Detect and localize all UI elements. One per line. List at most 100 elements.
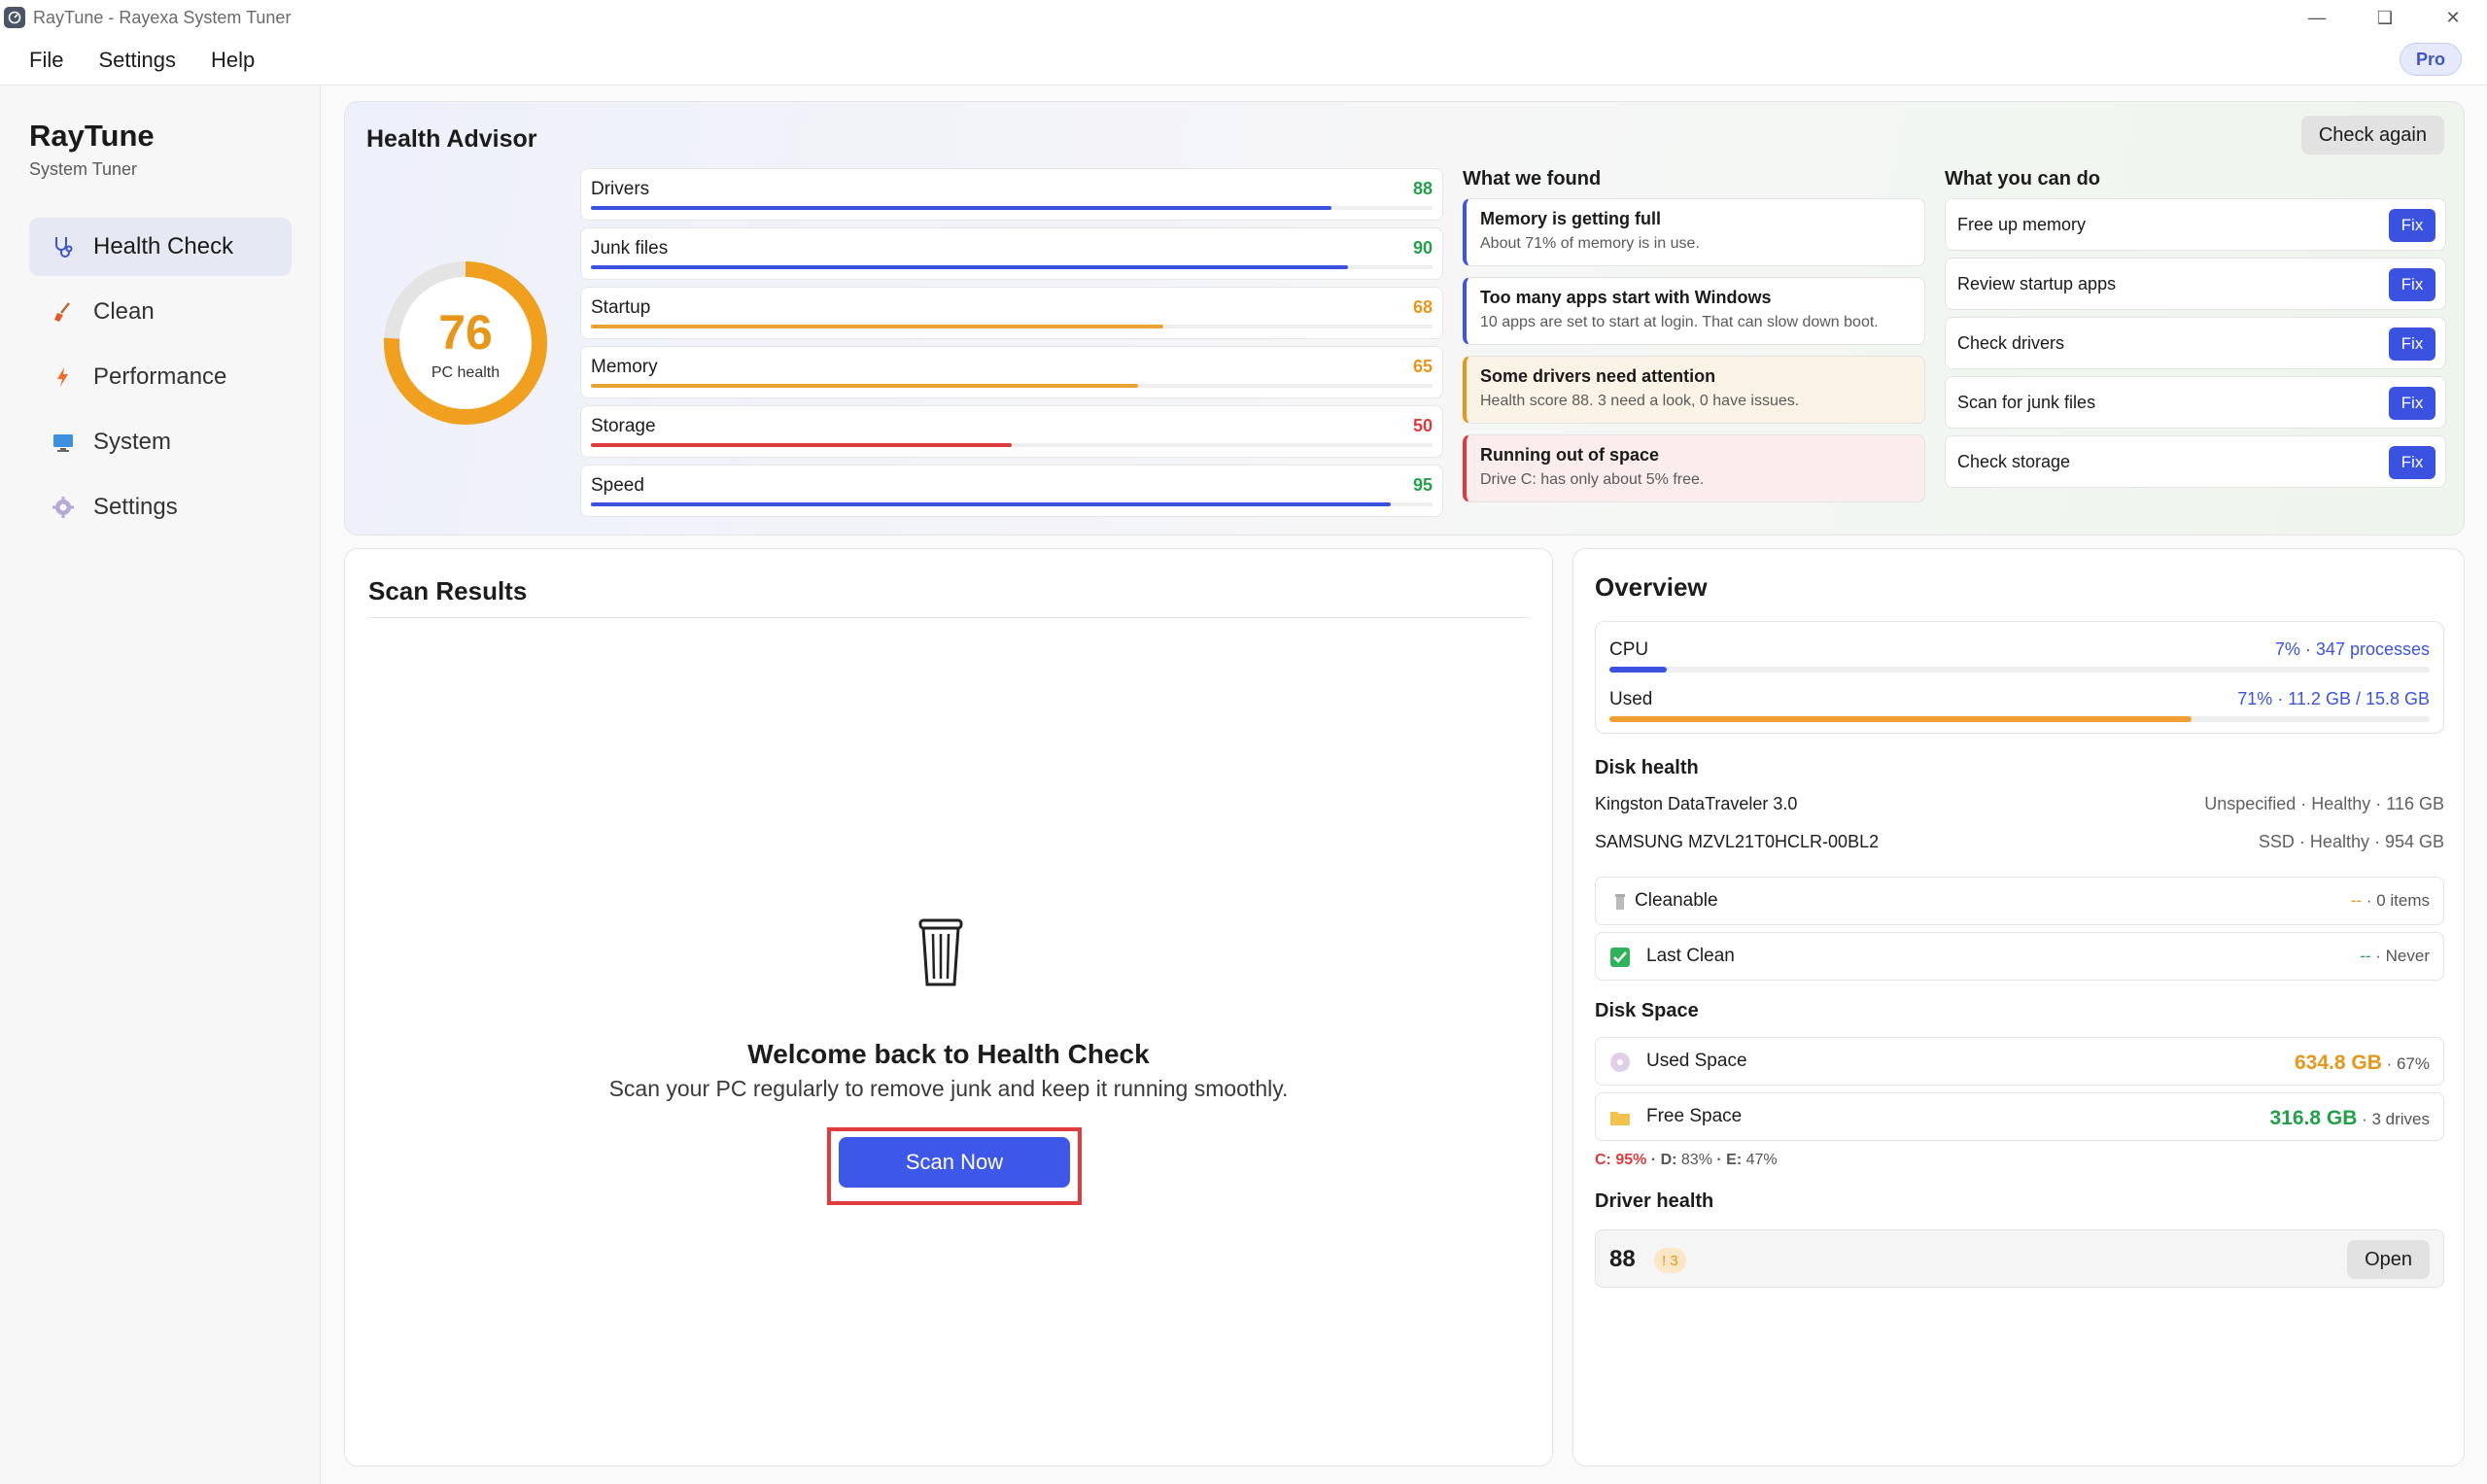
overview-panel: Overview CPU 7% · 347 processes Used 71%… [1572, 548, 2465, 1467]
last-clean-dash: -- [2360, 947, 2371, 965]
fix-button[interactable]: Fix [2389, 446, 2435, 479]
metric-value: 68 [1412, 297, 1433, 317]
finding-desc: About 71% of memory is in use. [1480, 235, 1700, 252]
brand-subtitle: System Tuner [29, 159, 138, 179]
memory-usage-row: Used 71% · 11.2 GB / 15.8 GB [1609, 681, 2430, 730]
pc-health-label: PC health [431, 364, 501, 381]
last-clean-value: -- · Never [2360, 947, 2430, 966]
action-free-up-memory: Free up memory Fix [1945, 198, 2446, 251]
metric-startup: Startup 68 [580, 287, 1443, 339]
sidebar-item-system[interactable]: System [29, 413, 292, 471]
last-clean-row: Last Clean -- · Never [1595, 932, 2444, 981]
scan-now-button[interactable]: Scan Now [839, 1137, 1070, 1188]
trash-icon [916, 916, 965, 988]
finding-desc: Drive C: has only about 5% free. [1480, 471, 1705, 488]
metric-memory: Memory 65 [580, 346, 1443, 398]
advisor-title: Health Advisor [366, 125, 537, 153]
check-icon [1609, 947, 1631, 968]
sidebar-nav: Health Check Clean Performance System Se… [29, 218, 292, 543]
disk-name: SAMSUNG MZVL21T0HCLR-00BL2 [1595, 832, 1880, 851]
health-advisor-panel: Health Advisor Check again 76 PC health … [344, 101, 2465, 535]
sidebar-item-health-check[interactable]: Health Check [29, 218, 292, 276]
close-button[interactable]: ✕ [2419, 0, 2487, 35]
app-icon [4, 7, 25, 28]
scan-results-panel: Scan Results Welcome back to Health Chec… [344, 548, 1553, 1467]
finding-storage[interactable]: Running out of space Drive C: has only a… [1463, 434, 1925, 502]
pc-health-gauge: 76 PC health [378, 256, 553, 431]
used-space-label: Used Space [1646, 1051, 1747, 1071]
sidebar-item-label: System [93, 429, 172, 455]
sidebar-item-label: Performance [93, 363, 227, 390]
scan-results-title: Scan Results [368, 576, 528, 605]
metric-value: 65 [1412, 357, 1433, 376]
usage-box: CPU 7% · 347 processes Used 71% · 11.2 G… [1595, 621, 2444, 734]
sidebar-item-settings[interactable]: Settings [29, 478, 292, 536]
metric-bar [591, 206, 1332, 210]
sidebar-item-clean[interactable]: Clean [29, 283, 292, 341]
maximize-button[interactable]: ❑ [2351, 0, 2419, 35]
menu-settings[interactable]: Settings [98, 48, 176, 73]
finding-drivers[interactable]: Some drivers need attention Health score… [1463, 356, 1925, 424]
action-label: Check storage [1957, 452, 2071, 471]
metric-label: Drivers [591, 179, 650, 199]
finding-memory[interactable]: Memory is getting full About 71% of memo… [1463, 198, 1925, 266]
metric-label: Memory [591, 357, 658, 377]
divider [368, 617, 1529, 618]
folder-icon [1609, 1107, 1631, 1128]
drive-d-label: · D: [1646, 1152, 1681, 1168]
free-space-label: Free Space [1646, 1106, 1743, 1126]
action-label: Scan for junk files [1957, 393, 2096, 412]
metric-value: 90 [1412, 238, 1433, 258]
memory-bar [1609, 716, 2193, 722]
fix-button[interactable]: Fix [2389, 268, 2435, 301]
metric-bar [591, 265, 1349, 269]
fix-button[interactable]: Fix [2389, 328, 2435, 361]
monitor-icon [49, 428, 78, 457]
disk-name: Kingston DataTraveler 3.0 [1595, 794, 1798, 813]
cleanable-label: Cleanable [1635, 890, 1718, 911]
check-again-button[interactable]: Check again [2300, 116, 2444, 155]
fix-button[interactable]: Fix [2389, 387, 2435, 420]
disc-icon [1609, 1052, 1631, 1073]
scan-now-highlight: Scan Now [827, 1127, 1082, 1205]
action-scan-junk: Scan for junk files Fix [1945, 376, 2446, 429]
menu-help[interactable]: Help [211, 48, 255, 73]
pro-badge[interactable]: Pro [2399, 43, 2462, 76]
disk-health-heading: Disk health [1595, 757, 1699, 778]
metric-drivers: Drivers 88 [580, 168, 1443, 221]
sidebar-item-performance[interactable]: Performance [29, 348, 292, 406]
finding-title: Some drivers need attention [1480, 366, 1716, 386]
action-label: Check drivers [1957, 333, 2065, 353]
driver-warning-badge: ! 3 [1654, 1248, 1686, 1273]
metric-value: 95 [1412, 475, 1433, 495]
drive-d-usage: 83% [1680, 1152, 1712, 1168]
metric-bar [591, 443, 1012, 447]
cleanable-value: -- · 0 items [2351, 891, 2430, 911]
last-clean-when: · Never [2370, 947, 2430, 965]
gear-icon [49, 493, 78, 522]
metric-speed: Speed 95 [580, 465, 1443, 517]
menu-file[interactable]: File [29, 48, 63, 73]
metric-bar [591, 384, 1138, 388]
cpu-label: CPU [1609, 639, 1649, 660]
drive-e-label: · E: [1711, 1152, 1746, 1168]
trash-small-icon [1609, 891, 1631, 913]
action-check-storage: Check storage Fix [1945, 435, 2446, 488]
found-heading: What we found [1463, 168, 1602, 190]
metric-bar [591, 325, 1163, 328]
drive-c-usage: C: 95% [1595, 1152, 1647, 1168]
finding-title: Running out of space [1480, 445, 1659, 465]
memory-value: 71% · 11.2 GB / 15.8 GB [2237, 689, 2430, 708]
fix-button[interactable]: Fix [2389, 209, 2435, 242]
minimize-button[interactable]: — [2283, 0, 2351, 35]
finding-desc: 10 apps are set to start at login. That … [1480, 314, 1879, 330]
free-space-row: Free Space 316.8 GB · 3 drives [1595, 1092, 2444, 1141]
used-space-row: Used Space 634.8 GB · 67% [1595, 1037, 2444, 1086]
memory-label: Used [1609, 689, 1653, 709]
open-button[interactable]: Open [2347, 1240, 2430, 1279]
cleanable-items: · 0 items [2362, 891, 2430, 910]
free-space-value: 316.8 GB · 3 drives [2269, 1107, 2430, 1130]
action-label: Free up memory [1957, 215, 2087, 234]
finding-startup[interactable]: Too many apps start with Windows 10 apps… [1463, 277, 1925, 345]
metric-label: Speed [591, 475, 644, 496]
